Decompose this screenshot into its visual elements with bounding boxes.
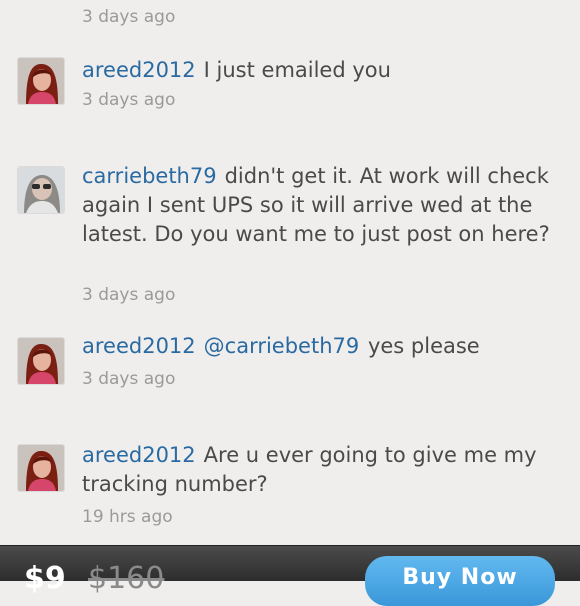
purchase-bar: $9 $160 Buy Now <box>0 545 580 606</box>
comment-mention[interactable]: @carriebeth79 <box>204 334 360 358</box>
user-avatar-red-hair-icon <box>18 338 64 384</box>
comment-username[interactable]: areed2012 <box>82 334 196 358</box>
comment-username[interactable]: areed2012 <box>82 58 196 82</box>
comment-timestamp: 19 hrs ago <box>82 507 173 527</box>
user-avatar-red-hair-icon <box>18 58 64 104</box>
comment-text: I just emailed you <box>203 58 391 82</box>
comment-body: areed2012 Are u ever going to give me my … <box>82 441 552 499</box>
comment-username[interactable]: carriebeth79 <box>82 164 217 188</box>
buy-now-button[interactable]: Buy Now <box>365 556 555 606</box>
comment-timestamp: 3 days ago <box>82 369 176 389</box>
comment-body: carriebeth79 didn't get it. At work will … <box>82 162 552 249</box>
comment-username[interactable]: areed2012 <box>82 443 196 467</box>
user-avatar[interactable] <box>18 167 64 213</box>
comment-body: areed2012 I just emailed you <box>82 56 552 85</box>
listing-price: $9 <box>24 561 66 596</box>
user-avatar-red-hair-icon <box>18 445 64 491</box>
original-price: $160 <box>88 561 165 596</box>
user-avatar[interactable] <box>18 445 64 491</box>
user-avatar[interactable] <box>18 58 64 104</box>
user-avatar-sunglasses-icon <box>18 167 64 213</box>
comment-body: areed2012 @carriebeth79 yes please <box>82 332 552 361</box>
comment-timestamp: 3 days ago <box>82 90 176 110</box>
comment-timestamp: 3 days ago <box>82 7 176 27</box>
comment-timestamp: 3 days ago <box>82 285 176 305</box>
comments-feed[interactable]: 3 days ago areed2012 I just emailed you 3… <box>0 0 580 545</box>
comment-text: yes please <box>367 334 480 358</box>
user-avatar[interactable] <box>18 338 64 384</box>
